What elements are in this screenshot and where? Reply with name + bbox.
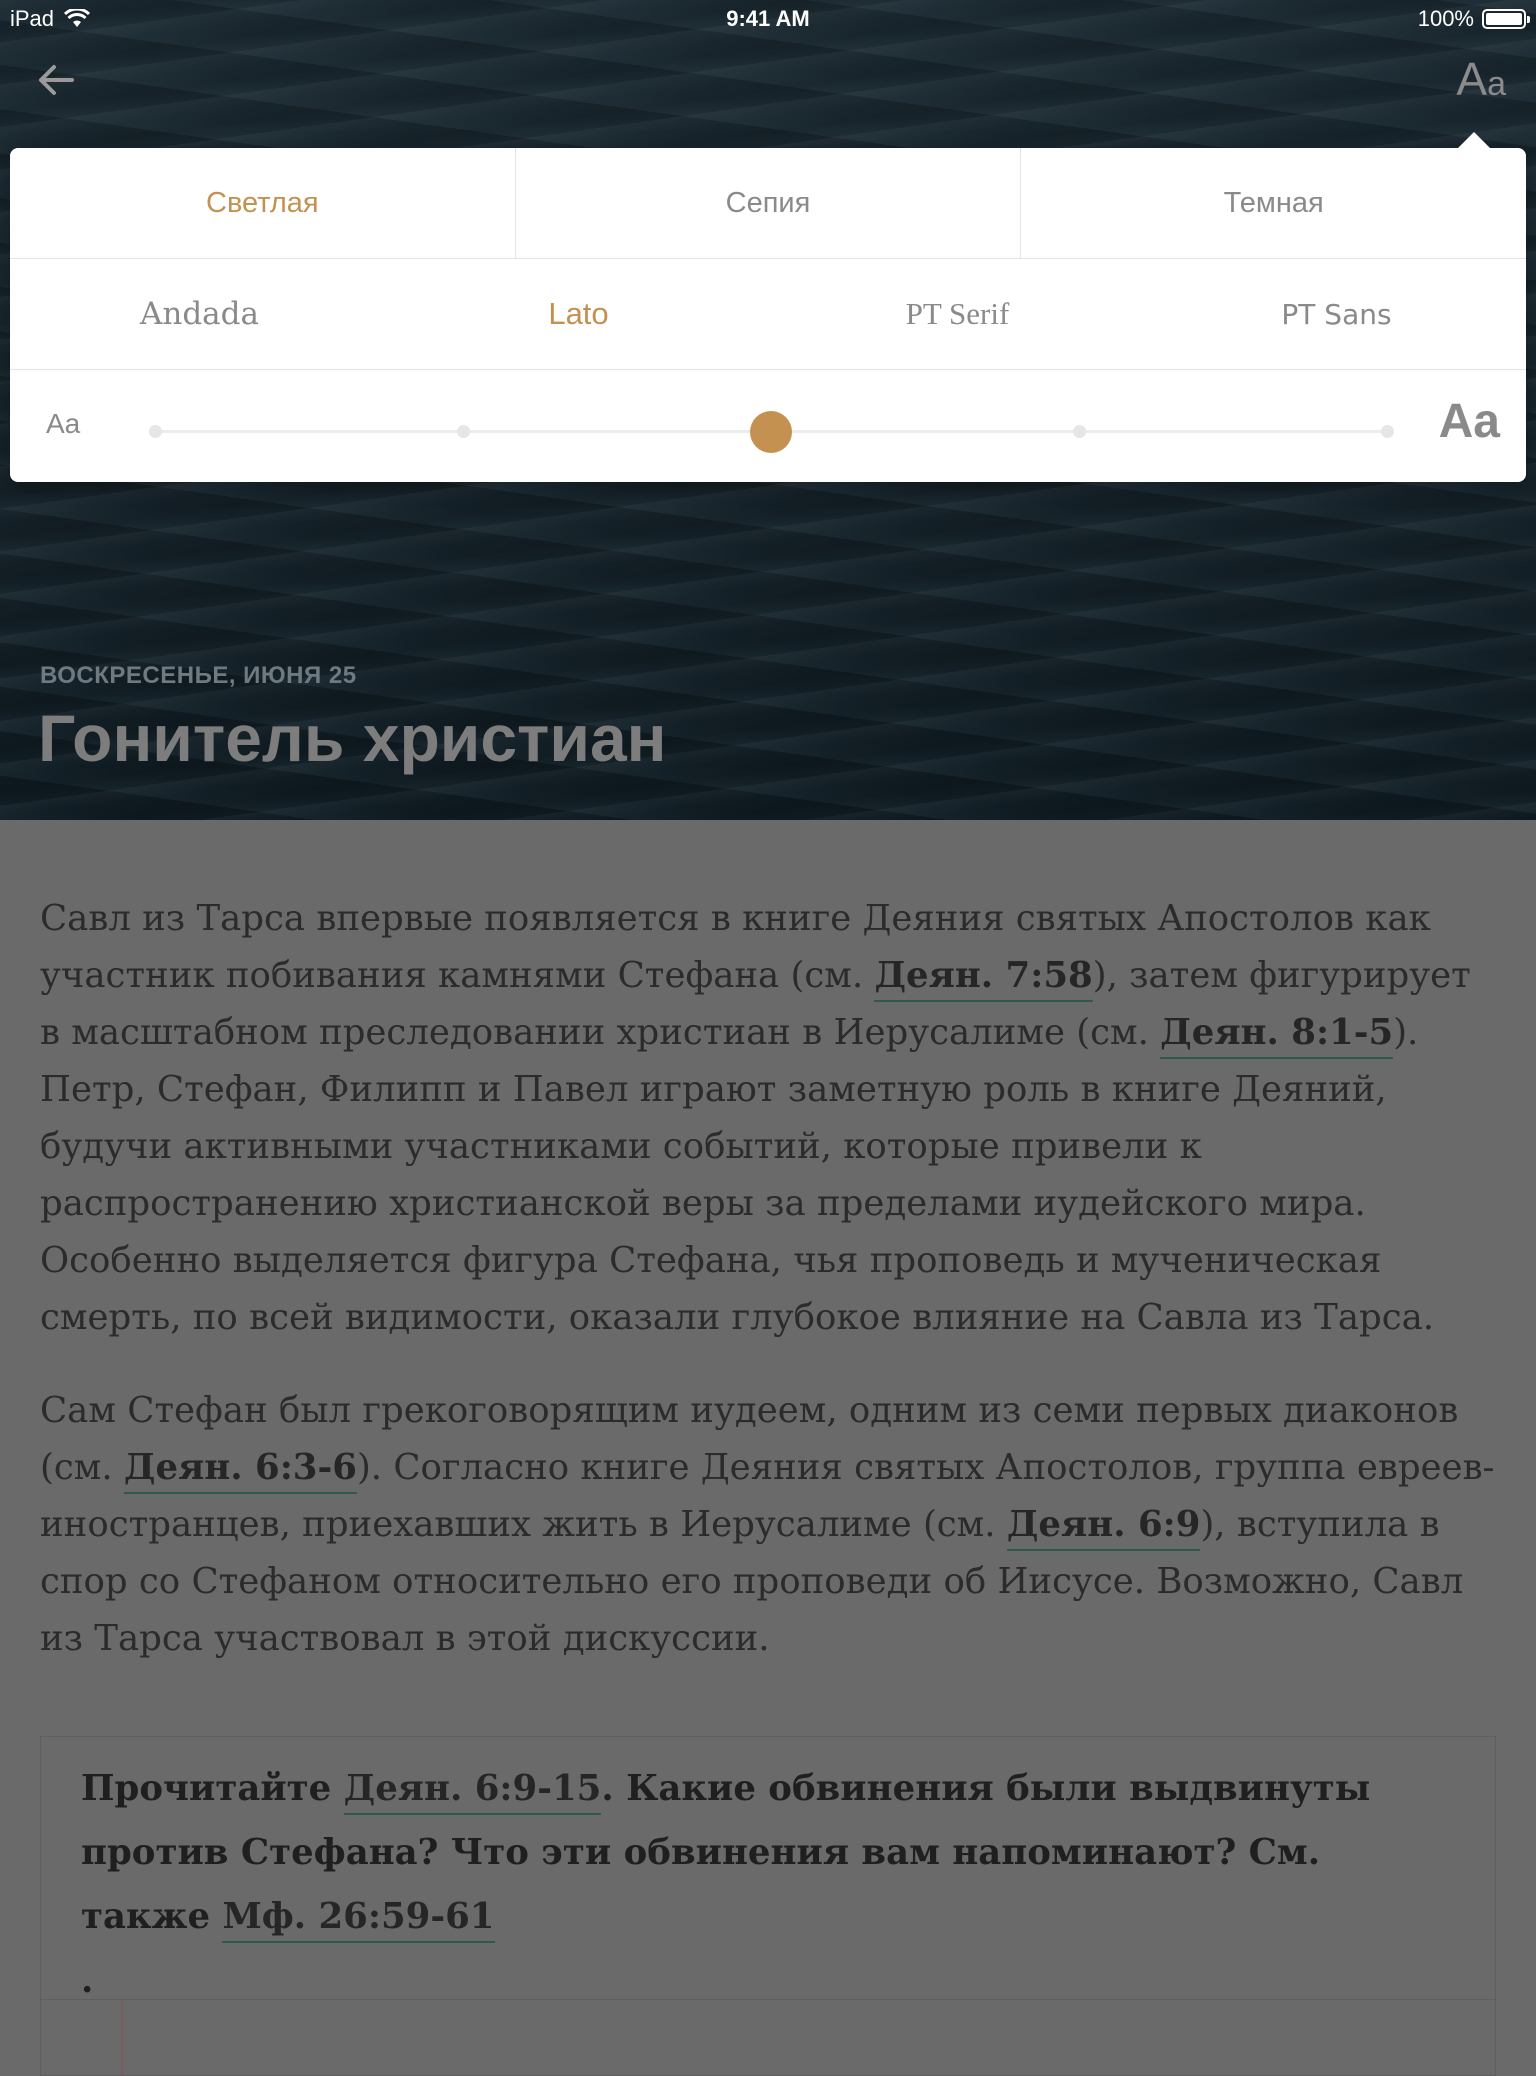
article-body: Савл из Тарса впервые появляется в книге… — [40, 890, 1500, 1703]
slider-thumb[interactable] — [750, 411, 792, 453]
status-right: 100% — [1417, 6, 1530, 32]
status-time: 9:41 AM — [726, 6, 810, 31]
font-andada-option[interactable]: Andada — [10, 259, 389, 369]
font-ptserif-option[interactable]: PT Serif — [768, 259, 1147, 369]
question-text-part: . — [81, 1960, 94, 2001]
theme-selector: Светлая Сепия Темная — [10, 148, 1526, 259]
scripture-link[interactable]: Деян. 6:9-15 — [343, 1768, 602, 1815]
paragraph: Савл из Тарса впервые появляется в книге… — [40, 890, 1500, 1346]
question-box: Прочитайте Деян. 6:9-15. Какие обвинения… — [40, 1736, 1496, 2076]
font-size-row: Aa Aa — [10, 370, 1526, 482]
slider-stop[interactable] — [149, 425, 162, 438]
font-selector: Andada Lato PT Serif PT Sans — [10, 259, 1526, 370]
font-settings-glyph-big: A — [1456, 53, 1488, 105]
font-settings-button[interactable]: Aa — [1456, 52, 1506, 106]
arrow-left-icon — [39, 65, 74, 95]
popover-arrow — [1458, 132, 1490, 148]
slider-stop[interactable] — [1073, 425, 1086, 438]
scripture-link[interactable]: Деян. 8:1-5 — [1160, 1012, 1394, 1059]
scripture-link[interactable]: Мф. 26:59-61 — [222, 1896, 495, 1943]
font-ptsans-option[interactable]: PT Sans — [1147, 259, 1526, 369]
font-lato-option[interactable]: Lato — [389, 259, 768, 369]
font-size-small-label: Aa — [46, 408, 81, 439]
answer-input[interactable] — [41, 1999, 1495, 2075]
scripture-link[interactable]: Деян. 6:9 — [1006, 1504, 1201, 1551]
paragraph-text: ). Петр, Стефан, Филипп и Павел играют з… — [40, 1012, 1435, 1338]
font-size-large-label: Aa — [1438, 395, 1500, 448]
font-size-slider[interactable] — [149, 411, 1394, 453]
font-settings-glyph-small: a — [1487, 65, 1506, 103]
answer-margin-line — [121, 2000, 123, 2075]
theme-dark-option[interactable]: Темная — [1020, 148, 1526, 258]
battery-percent: 100% — [1417, 6, 1474, 31]
scripture-link[interactable]: Деян. 7:58 — [874, 955, 1093, 1002]
status-bar: iPad 9:41 AM 100% — [0, 0, 1536, 40]
slider-stop[interactable] — [1381, 425, 1394, 438]
theme-sepia-option[interactable]: Сепия — [514, 148, 1021, 258]
theme-light-option[interactable]: Светлая — [10, 148, 515, 258]
back-button[interactable] — [34, 58, 78, 102]
battery-icon — [1482, 9, 1530, 29]
question-text-part: Прочитайте — [81, 1768, 344, 1809]
lesson-date: ВОСКРЕСЕНЬЕ, ИЮНЯ 25 — [40, 662, 357, 689]
reading-settings-popover: Светлая Сепия Темная Andada Lato PT Seri… — [10, 132, 1526, 482]
scripture-link[interactable]: Деян. 6:3-6 — [123, 1447, 357, 1494]
paragraph: Сам Стефан был грекоговорящим иудеем, од… — [40, 1382, 1500, 1667]
slider-stop[interactable] — [457, 425, 470, 438]
lesson-title: Гонитель христиан — [38, 701, 667, 775]
question-text: Прочитайте Деян. 6:9-15. Какие обвинения… — [81, 1757, 1461, 2013]
